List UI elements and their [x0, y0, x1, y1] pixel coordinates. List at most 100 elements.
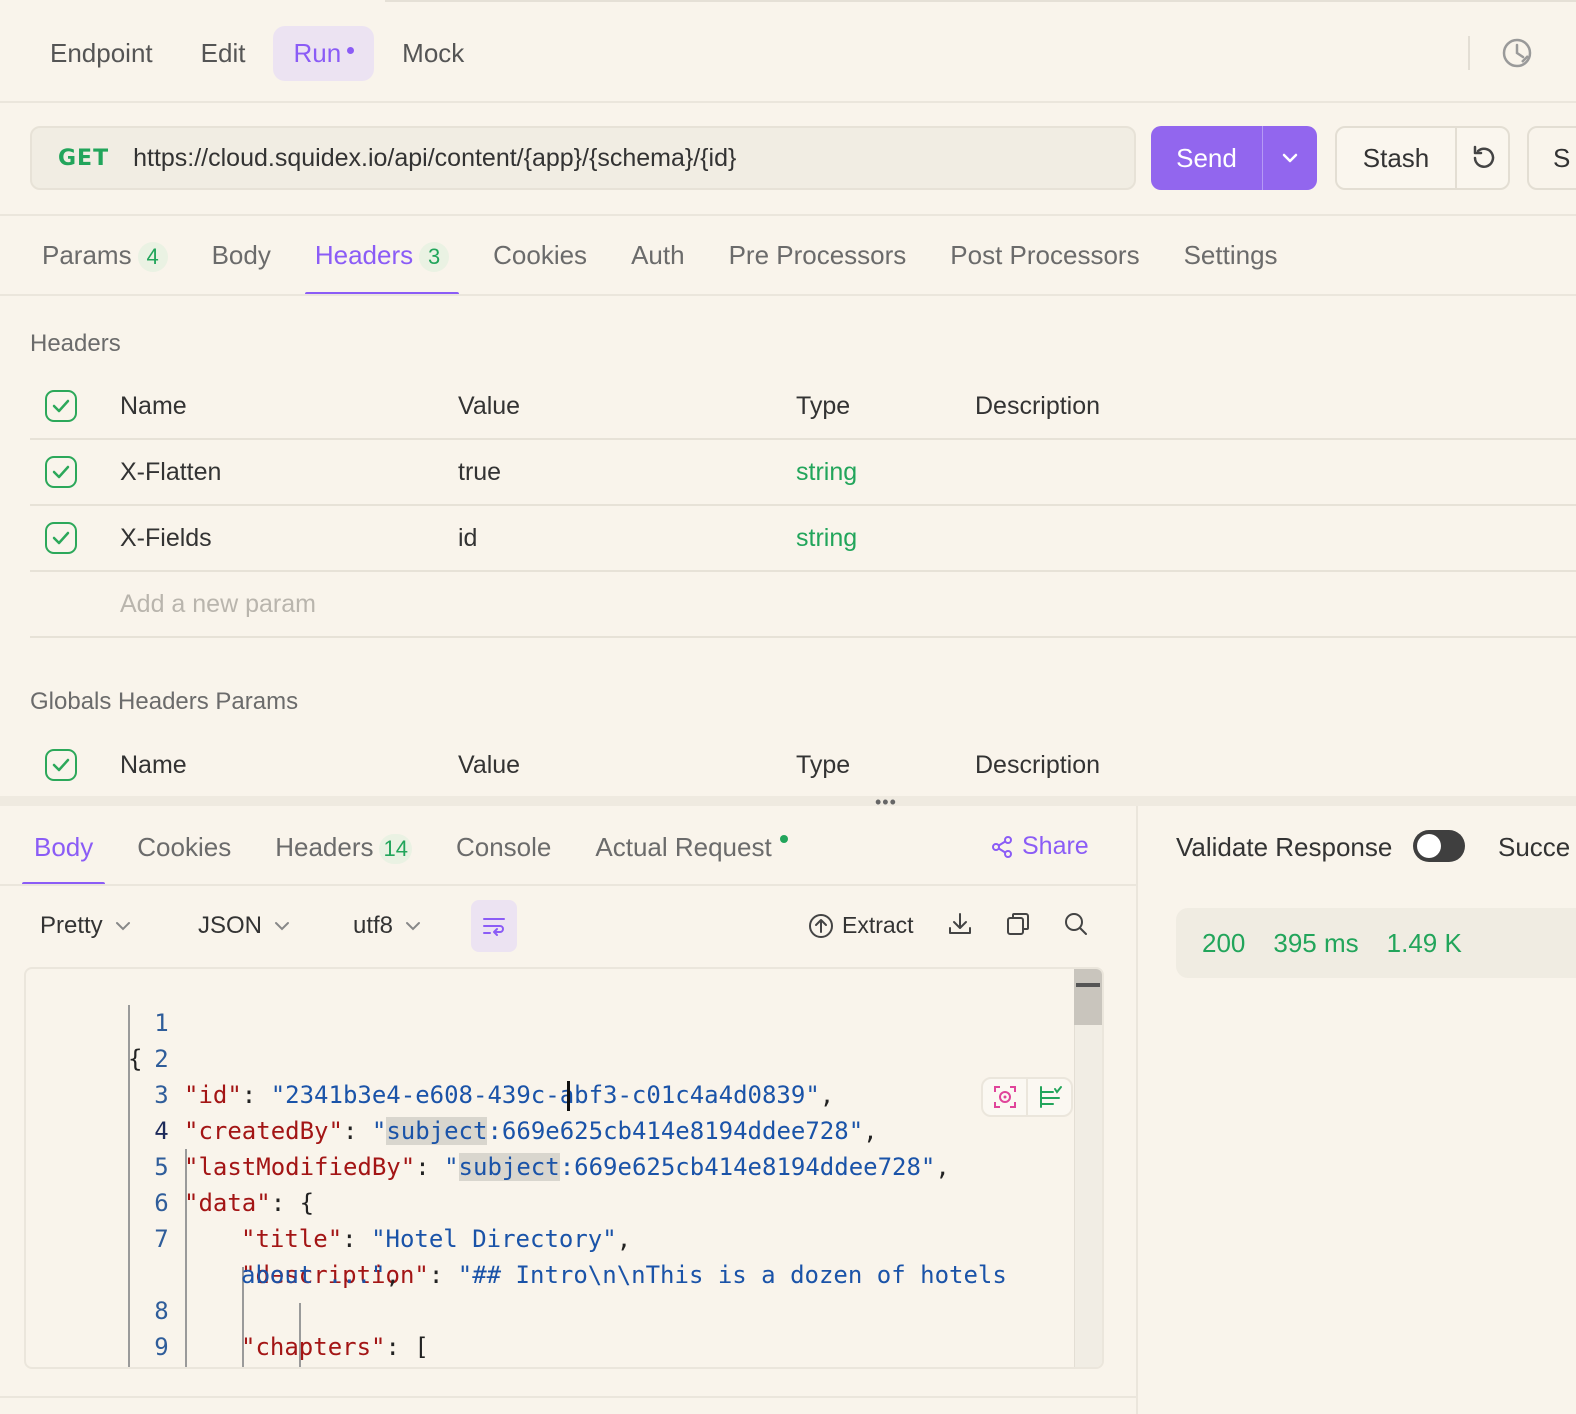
column-header-value: Value — [458, 750, 521, 779]
check-icon — [52, 465, 70, 479]
count-badge: 3 — [419, 242, 450, 272]
tab-actual-request[interactable]: Actual Request — [573, 822, 809, 886]
check-icon — [52, 758, 70, 772]
divider — [0, 214, 1576, 216]
line-number: 4 — [154, 1117, 169, 1145]
tab-settings[interactable]: Settings — [1162, 232, 1300, 296]
tab-edit[interactable]: Edit — [181, 26, 266, 81]
select-all-checkbox[interactable] — [45, 390, 77, 422]
undo-icon — [1473, 145, 1494, 168]
tab-run[interactable]: Run — [273, 25, 375, 81]
url-bar[interactable]: GET https://cloud.squidex.io/api/content… — [30, 126, 1136, 190]
match-highlight: subject — [386, 1117, 488, 1145]
assertion-button[interactable] — [1028, 1079, 1071, 1115]
url-input[interactable]: https://cloud.squidex.io/api/content/{ap… — [133, 144, 736, 173]
stash-button[interactable]: Stash — [1337, 128, 1457, 188]
add-param-row[interactable]: Add a new param — [30, 572, 1576, 638]
send-button[interactable]: Send — [1151, 126, 1263, 190]
line-number: 9 — [154, 1333, 169, 1361]
column-header-name: Name — [120, 391, 187, 420]
tab-post-processors[interactable]: Post Processors — [928, 232, 1161, 296]
share-label: Share — [1022, 832, 1089, 860]
json-key: "chapters" — [241, 1333, 386, 1361]
format-value: Pretty — [40, 912, 103, 939]
tab-label: Settings — [1183, 240, 1278, 270]
extract-button[interactable]: Extract — [808, 912, 914, 939]
param-type[interactable]: string — [796, 524, 975, 553]
tab-label: Headers — [314, 240, 414, 270]
select-all-checkbox[interactable] — [45, 749, 77, 781]
line-number: 2 — [154, 1045, 169, 1073]
stash-button-group: Stash — [1335, 126, 1510, 190]
code-line: 8 "chapters": [ — [26, 1257, 429, 1361]
response-tabs: Body Cookies Headers 14 Console Actual Re… — [12, 822, 810, 886]
code-line: 9 { — [26, 1293, 168, 1361]
download-icon[interactable] — [946, 910, 974, 938]
punctuation: , — [863, 1117, 878, 1145]
copy-icon[interactable] — [1004, 910, 1032, 938]
tab-endpoint[interactable]: Endpoint — [30, 26, 173, 81]
code-line: 2 "id": "2341b3e4-e608-439c-abf3-c01c4a4… — [26, 1005, 834, 1109]
response-body-editor[interactable]: 1 { 2 "id": "2341b3e4-e608-439c-abf3-c01… — [24, 967, 1104, 1369]
tab-body[interactable]: Body — [190, 232, 293, 296]
param-value[interactable]: true — [458, 458, 796, 487]
json-string: " — [371, 1117, 387, 1145]
row-checkbox[interactable] — [45, 456, 77, 488]
param-type[interactable]: string — [796, 458, 975, 487]
panel-splitter[interactable] — [0, 796, 1576, 806]
search-icon[interactable] — [1062, 910, 1090, 938]
tab-headers[interactable]: Headers 3 — [293, 232, 471, 296]
json-key: "lastModifiedBy" — [184, 1153, 416, 1181]
tab-pre-processors[interactable]: Pre Processors — [707, 232, 929, 296]
editor-scrollbar[interactable] — [1074, 969, 1102, 1367]
chevron-down-icon — [406, 922, 421, 931]
encoding-select[interactable]: utf8 — [353, 912, 421, 940]
tab-auth[interactable]: Auth — [609, 232, 707, 296]
history-icon[interactable] — [1500, 36, 1534, 70]
tab-response-body[interactable]: Body — [12, 822, 115, 886]
tab-response-headers[interactable]: Headers 14 — [253, 822, 434, 886]
param-value[interactable]: id — [458, 524, 796, 553]
scrollbar-thumb[interactable] — [1074, 969, 1102, 1025]
share-button[interactable]: Share — [990, 832, 1089, 861]
splitter-handle[interactable]: ••• — [875, 792, 897, 813]
json-key: "id" — [184, 1081, 242, 1109]
language-select[interactable]: JSON — [198, 912, 290, 940]
line-number: 3 — [154, 1081, 169, 1109]
response-stats: 200 395 ms 1.49 K — [1176, 908, 1576, 978]
column-header-type: Type — [796, 391, 851, 420]
line-number: 1 — [154, 1009, 169, 1037]
add-param-placeholder[interactable]: Add a new param — [120, 590, 316, 619]
validation-status: Succe — [1498, 832, 1571, 862]
validate-response-toggle[interactable] — [1413, 830, 1465, 862]
tab-params[interactable]: Params 4 — [20, 232, 190, 296]
table-row: X-Fields id string — [30, 506, 1576, 572]
check-icon — [52, 531, 70, 545]
param-name[interactable]: X-Flatten — [120, 458, 458, 487]
chevron-down-icon — [275, 922, 290, 931]
tab-console[interactable]: Console — [434, 822, 573, 886]
tab-label: Pre Processors — [728, 240, 907, 270]
divider — [0, 1396, 1137, 1398]
code-line: 1 { — [26, 969, 169, 1073]
reset-button[interactable] — [1457, 128, 1508, 188]
format-select[interactable]: Pretty — [40, 912, 131, 940]
json-string: :669e625cb414e8194ddee728" — [487, 1117, 864, 1145]
language-value: JSON — [198, 912, 263, 939]
tab-mock[interactable]: Mock — [382, 26, 484, 81]
response-size: 1.49 K — [1386, 927, 1462, 958]
param-name[interactable]: X-Fields — [120, 524, 458, 553]
tab-cookies[interactable]: Cookies — [471, 232, 609, 296]
http-method[interactable]: GET — [58, 146, 109, 171]
send-options-button[interactable] — [1263, 126, 1317, 190]
section-title: Globals Headers Params — [30, 688, 299, 715]
word-wrap-icon — [483, 918, 505, 936]
column-header-value: Value — [458, 391, 521, 420]
extract-value-button[interactable] — [983, 1079, 1028, 1115]
row-checkbox[interactable] — [45, 522, 77, 554]
save-button[interactable]: S — [1527, 126, 1576, 190]
word-wrap-button[interactable] — [471, 900, 517, 952]
top-divider — [385, 0, 1576, 4]
punctuation: : [ — [385, 1333, 429, 1361]
tab-response-cookies[interactable]: Cookies — [115, 822, 253, 886]
